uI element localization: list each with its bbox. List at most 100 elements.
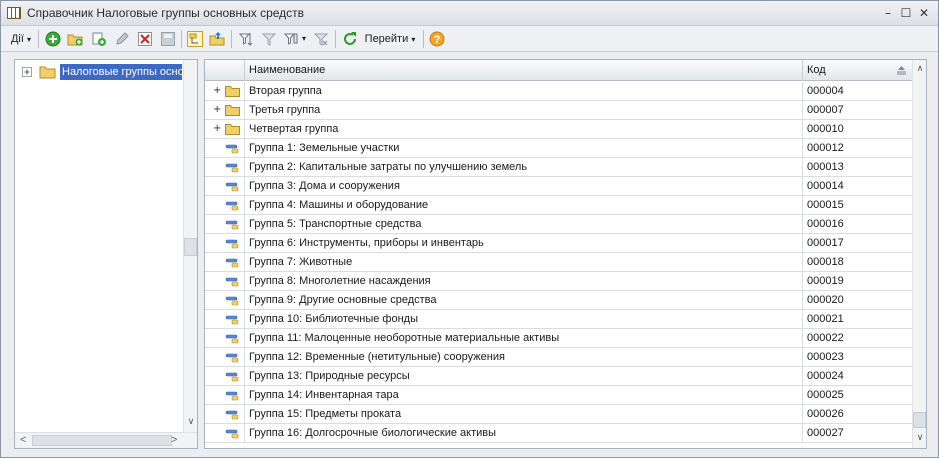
scroll-thumb[interactable]: [913, 412, 926, 428]
filter-by-value-icon[interactable]: [261, 31, 277, 47]
filter-settings-icon[interactable]: [238, 31, 254, 47]
table-row[interactable]: Группа 9: Другие основные средства 000020: [205, 291, 913, 310]
table-row[interactable]: Группа 12: Временные (нетитульные) соору…: [205, 348, 913, 367]
element-icon: [205, 386, 245, 405]
name-cell: Группа 9: Другие основные средства: [245, 291, 803, 310]
scroll-down-icon[interactable]: ∨: [915, 432, 925, 444]
save-icon[interactable]: [160, 31, 176, 47]
window-title: Справочник Налоговые группы основных сре…: [27, 6, 305, 20]
code-cell: 000018: [807, 256, 844, 268]
table-row[interactable]: Группа 1: Земельные участки 000012: [205, 139, 913, 158]
expand-arrow-icon[interactable]: +: [213, 101, 221, 119]
code-cell: 000016: [807, 218, 844, 230]
goto-menu-button[interactable]: Перейти ▾: [361, 29, 419, 49]
folder-up-icon[interactable]: [209, 31, 225, 47]
groups-tree[interactable]: Налоговые группы осно ∨ < >: [14, 59, 198, 449]
table-row[interactable]: Группа 6: Инструменты, приборы и инвента…: [205, 234, 913, 253]
add-icon[interactable]: [45, 31, 61, 47]
name-cell: Группа 12: Временные (нетитульные) соору…: [245, 348, 803, 367]
name-cell: Вторая группа: [245, 82, 803, 101]
column-header-code-label: Код: [807, 64, 826, 76]
table-row[interactable]: Группа 15: Предметы проката 000026: [205, 405, 913, 424]
folder-icon: +: [205, 82, 245, 101]
table-row[interactable]: Группа 5: Транспортные средства 000016: [205, 215, 913, 234]
minimize-button[interactable]: –: [880, 5, 896, 21]
delete-icon[interactable]: [137, 31, 153, 47]
catalog-icon: [7, 7, 21, 19]
code-cell: 000023: [807, 351, 844, 363]
table-row[interactable]: Группа 14: Инвентарная тара 000025: [205, 386, 913, 405]
table-row[interactable]: Группа 8: Многолетние насаждения 000019: [205, 272, 913, 291]
maximize-button[interactable]: ☐: [898, 5, 914, 21]
tree-root-label: Налоговые группы осно: [60, 64, 182, 80]
column-header-code[interactable]: Код: [803, 60, 913, 81]
table-vertical-scrollbar[interactable]: ∧ ∨: [912, 60, 926, 448]
name-cell: Группа 6: Инструменты, приборы и инвента…: [245, 234, 803, 253]
actions-menu-button[interactable]: Дії ▾: [7, 29, 35, 49]
code-cell: 000026: [807, 408, 844, 420]
table-row[interactable]: Группа 11: Малоценные необоротные матери…: [205, 329, 913, 348]
filter-history-icon[interactable]: [283, 31, 299, 47]
element-icon: [205, 215, 245, 234]
table-row[interactable]: Группа 10: Библиотечные фонды 000021: [205, 310, 913, 329]
code-cell: 000007: [807, 104, 844, 116]
scroll-down-icon[interactable]: ∨: [186, 416, 196, 428]
name-cell: Группа 16: Долгосрочные биологические ак…: [245, 424, 803, 443]
table-row-folder[interactable]: + Вторая группа 000004: [205, 82, 913, 101]
expand-arrow-icon[interactable]: +: [213, 82, 221, 100]
table-row[interactable]: Группа 4: Машины и оборудование 000015: [205, 196, 913, 215]
copy-icon[interactable]: [91, 31, 107, 47]
chevron-down-icon: ▾: [411, 35, 416, 44]
column-header-name[interactable]: Наименование: [245, 60, 803, 81]
h-scroll-thumb[interactable]: [32, 435, 172, 446]
code-cell: 000025: [807, 389, 844, 401]
element-icon: [205, 139, 245, 158]
element-icon: [205, 158, 245, 177]
add-folder-icon[interactable]: [67, 31, 83, 47]
close-button[interactable]: ✕: [916, 5, 932, 21]
name-cell: Группа 2: Капитальные затраты по улучшен…: [245, 158, 803, 177]
scroll-left-icon[interactable]: <: [20, 434, 26, 446]
name-cell: Группа 7: Животные: [245, 253, 803, 272]
element-icon: [205, 329, 245, 348]
code-cell: 000019: [807, 275, 844, 287]
expand-icon[interactable]: [22, 67, 32, 77]
folder-icon: +: [205, 101, 245, 120]
element-icon: [205, 196, 245, 215]
element-icon: [205, 310, 245, 329]
code-cell: 000010: [807, 123, 844, 135]
help-icon[interactable]: ?: [429, 31, 445, 47]
expand-arrow-icon[interactable]: +: [213, 120, 221, 138]
table-row[interactable]: Группа 16: Долгосрочные биологические ак…: [205, 424, 913, 443]
filter-history-dropdown[interactable]: ▾: [299, 29, 309, 49]
name-cell: Четвертая группа: [245, 120, 803, 139]
groups-table[interactable]: Наименование Код + Вторая группа 000004 + Тр…: [204, 59, 927, 449]
tree-horizontal-scrollbar[interactable]: < >: [15, 432, 197, 448]
hierarchy-view-icon[interactable]: [187, 31, 203, 47]
code-cell: 000004: [807, 85, 844, 97]
scroll-thumb[interactable]: [184, 238, 197, 256]
goto-label: Перейти: [364, 33, 409, 45]
tree-vertical-scrollbar[interactable]: ∨: [183, 60, 197, 432]
table-row-folder[interactable]: + Четвертая группа 000010: [205, 120, 913, 139]
scroll-right-icon[interactable]: >: [171, 434, 177, 446]
element-icon: [205, 291, 245, 310]
name-cell: Третья группа: [245, 101, 803, 120]
element-icon: [205, 405, 245, 424]
code-cell: 000020: [807, 294, 844, 306]
folder-icon: +: [205, 120, 245, 139]
clear-filter-icon[interactable]: [313, 31, 329, 47]
edit-icon[interactable]: [114, 31, 130, 47]
sort-ascending-icon: [897, 66, 906, 75]
table-row[interactable]: Группа 13: Природные ресурсы 000024: [205, 367, 913, 386]
help-label: ?: [434, 34, 441, 46]
table-row[interactable]: Группа 2: Капитальные затраты по улучшен…: [205, 158, 913, 177]
refresh-icon[interactable]: [342, 31, 358, 47]
table-row[interactable]: Группа 3: Дома и сооружения 000014: [205, 177, 913, 196]
code-cell: 000013: [807, 161, 844, 173]
table-row[interactable]: Группа 7: Животные 000018: [205, 253, 913, 272]
element-icon: [205, 424, 245, 443]
table-row-folder[interactable]: + Третья группа 000007: [205, 101, 913, 120]
scroll-up-icon[interactable]: ∧: [915, 63, 925, 75]
tree-root-item[interactable]: Налоговые группы осно: [15, 64, 185, 82]
